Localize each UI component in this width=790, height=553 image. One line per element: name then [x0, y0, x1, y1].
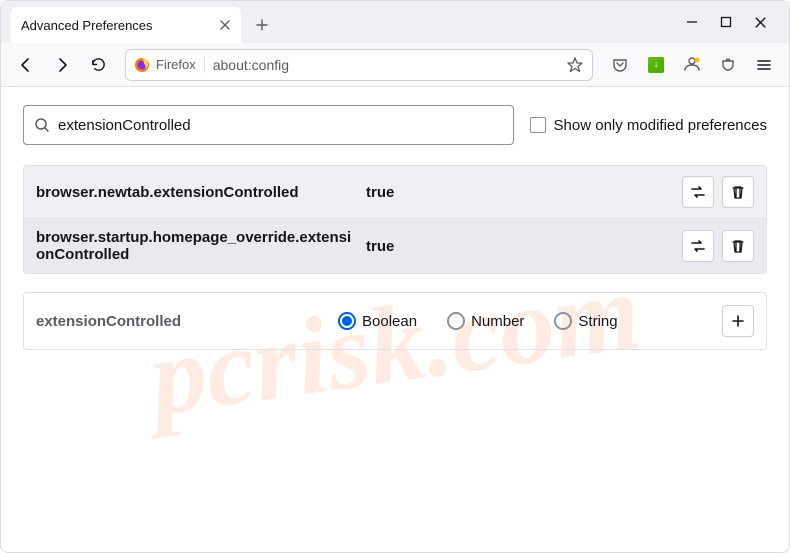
forward-button[interactable] — [47, 50, 77, 80]
bookmark-star-icon[interactable] — [566, 56, 584, 74]
show-modified-label: Show only modified preferences — [554, 117, 767, 134]
toggle-button[interactable] — [682, 176, 714, 208]
radio-string[interactable]: String — [554, 312, 617, 330]
url-text: about:config — [213, 57, 558, 73]
pref-row: browser.newtab.extensionControlled true — [24, 166, 766, 219]
preferences-table: browser.newtab.extensionControlled true … — [23, 165, 767, 274]
browser-tab[interactable]: Advanced Preferences — [11, 7, 241, 43]
minimize-button[interactable] — [686, 16, 698, 29]
radio-number[interactable]: Number — [447, 312, 524, 330]
add-button[interactable] — [722, 305, 754, 337]
navigation-toolbar: Firefox about:config ↓ — [1, 43, 789, 87]
close-window-button[interactable] — [754, 16, 767, 29]
add-preference-row: extensionControlled Boolean Number Strin… — [23, 292, 767, 350]
delete-button[interactable] — [722, 176, 754, 208]
preference-search-box[interactable] — [23, 105, 514, 145]
pocket-button[interactable] — [605, 50, 635, 80]
delete-button[interactable] — [722, 230, 754, 262]
close-tab-icon[interactable] — [219, 19, 231, 31]
new-tab-button[interactable] — [247, 10, 277, 40]
pref-row: browser.startup.homepage_override.extens… — [24, 219, 766, 273]
search-icon — [34, 117, 50, 133]
account-button[interactable] — [677, 50, 707, 80]
menu-button[interactable] — [749, 50, 779, 80]
protections-shield-button[interactable] — [713, 50, 743, 80]
search-row: Show only modified preferences — [23, 105, 767, 145]
firefox-icon — [134, 57, 150, 73]
reload-button[interactable] — [83, 50, 113, 80]
pref-value: true — [366, 184, 682, 201]
radio-label: Boolean — [362, 313, 417, 330]
search-input[interactable] — [58, 117, 503, 134]
add-pref-name: extensionControlled — [36, 313, 326, 330]
url-bar[interactable]: Firefox about:config — [125, 49, 593, 81]
extension-button[interactable]: ↓ — [641, 50, 671, 80]
radio-input[interactable] — [338, 312, 356, 330]
pref-actions — [682, 230, 754, 262]
radio-label: Number — [471, 313, 524, 330]
identity-box: Firefox — [134, 57, 205, 73]
window-controls — [668, 16, 785, 29]
radio-input[interactable] — [554, 312, 572, 330]
page-content: Show only modified preferences browser.n… — [1, 87, 789, 368]
identity-label: Firefox — [156, 57, 196, 72]
pref-name: browser.newtab.extensionControlled — [36, 184, 366, 201]
titlebar: Advanced Preferences — [1, 1, 789, 43]
pref-value: true — [366, 238, 682, 255]
maximize-button[interactable] — [720, 16, 732, 29]
tab-title: Advanced Preferences — [21, 18, 211, 33]
show-modified-checkbox-wrap[interactable]: Show only modified preferences — [530, 117, 767, 134]
type-options: Boolean Number String — [338, 312, 710, 330]
show-modified-checkbox[interactable] — [530, 117, 546, 133]
radio-boolean[interactable]: Boolean — [338, 312, 417, 330]
back-button[interactable] — [11, 50, 41, 80]
toggle-button[interactable] — [682, 230, 714, 262]
pref-actions — [682, 176, 754, 208]
pref-name: browser.startup.homepage_override.extens… — [36, 229, 366, 263]
radio-label: String — [578, 313, 617, 330]
radio-input[interactable] — [447, 312, 465, 330]
